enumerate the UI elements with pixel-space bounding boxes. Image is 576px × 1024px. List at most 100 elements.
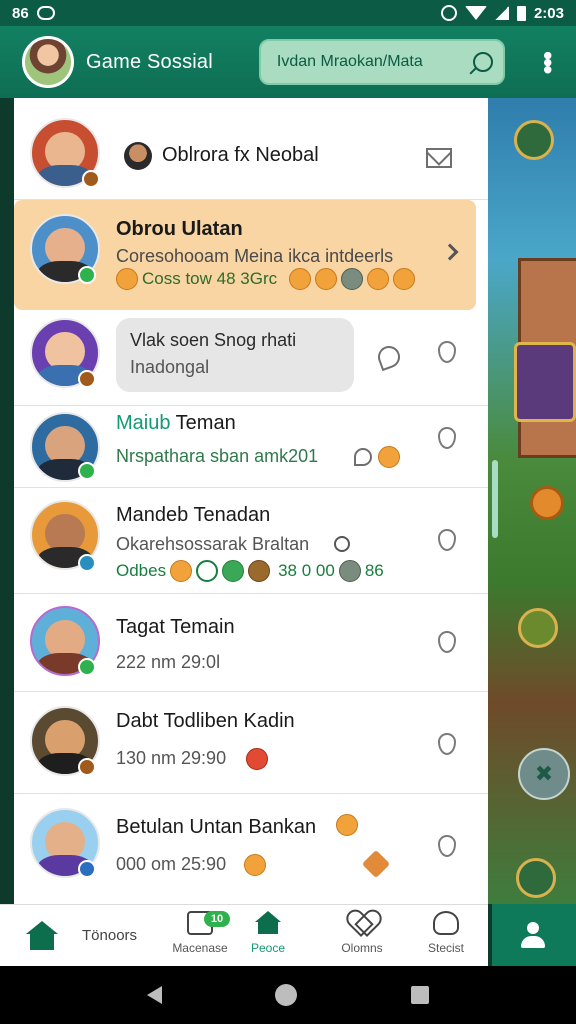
chat-message: 130 nm 29:90 [116, 748, 227, 768]
alarm-icon [440, 5, 457, 21]
reply-icon[interactable] [354, 448, 372, 466]
search-bar[interactable]: Ivdan Mraokan/Mata [258, 39, 505, 85]
status-time: 2:03 [533, 4, 564, 22]
notification-badge: 10 [204, 911, 230, 927]
pin-icon[interactable] [436, 426, 458, 450]
status-badge [78, 554, 96, 572]
nav-label: Peoce [250, 941, 286, 955]
recents-icon[interactable] [411, 986, 430, 1004]
emoji-icon [289, 268, 312, 290]
status-left-text: 86 [12, 4, 29, 22]
chat-row[interactable]: Oblrora fx Neobal [14, 98, 488, 200]
back-icon[interactable] [146, 986, 162, 1004]
chat-list: Oblrora fx Neobal Obrou Ulatan Coresohoo… [14, 98, 488, 904]
home-icon[interactable] [26, 921, 58, 951]
status-badge [82, 170, 100, 188]
status-badge [78, 462, 96, 480]
chat-name: Maiub Teman [116, 412, 236, 434]
reaction-tail: 86 [364, 561, 384, 580]
reaction-value: 38 0 00 [278, 561, 335, 580]
bubble-line: Vlak soen Snog rhati [130, 330, 297, 350]
chat-message: Nrspathara sban amk201 [116, 446, 319, 466]
reply-icon[interactable] [374, 342, 404, 372]
emoji-icon [393, 268, 416, 290]
chevron-right-icon[interactable] [441, 243, 459, 261]
chat-row[interactable]: Mandeb Tenadan Okarehsossarak Braltan Od… [14, 488, 488, 594]
edit-icon[interactable] [361, 849, 391, 879]
game-coin-icon [530, 486, 564, 520]
emoji-icon [338, 560, 361, 582]
status-badge [78, 658, 96, 676]
chat-message: 222 nm 29:0l [116, 652, 221, 672]
game-avatar-icon [516, 858, 556, 898]
status-bar: 86 2:03 [0, 0, 576, 26]
chat-message: Coresohooam Meina ikca intdeerls [116, 246, 394, 266]
chat-row[interactable]: Vlak soen Snog rhati Inadongal [14, 310, 488, 406]
chat-name: Dabt Todliben Kadin [116, 710, 295, 732]
chat-name: Obrou Ulatan [116, 218, 243, 240]
heart-icon [349, 911, 375, 935]
app-title: Game Sossial [86, 50, 213, 73]
status-badge [78, 860, 96, 878]
notification-icon [36, 6, 55, 20]
add-friend-button[interactable] [492, 904, 576, 966]
chat-name: Oblrora fx Neobal [162, 144, 319, 166]
message-bubble: Vlak soen Snog rhati Inadongal [116, 318, 354, 392]
chat-row[interactable]: Maiub Teman Nrspathara sban amk201 [14, 406, 488, 488]
reaction-text: Coss tow 48 3Grc [142, 269, 278, 288]
chat-row-highlighted[interactable]: Obrou Ulatan Coresohooam Meina ikca intd… [14, 200, 476, 310]
pin-icon[interactable] [436, 528, 458, 552]
signal-icon [494, 6, 509, 20]
mini-avatar [124, 142, 152, 170]
chat-name: Tagat Temain [116, 616, 235, 638]
search-text: Ivdan Mraokan/Mata [276, 53, 423, 70]
reaction-row: Coss tow 48 3Grc [116, 268, 416, 290]
nav-favorites[interactable]: Olomns [322, 911, 402, 955]
wifi-icon [464, 6, 487, 20]
pin-icon[interactable] [436, 834, 458, 858]
nav-label: Macenase [172, 941, 228, 955]
emoji-icon [248, 560, 271, 582]
user-avatar[interactable] [22, 36, 74, 88]
chat-name: Betulan Untan Bankan [116, 816, 317, 838]
emoji-icon [244, 854, 266, 876]
game-avatar-icon [514, 120, 554, 160]
emoji-icon [116, 268, 138, 290]
chat-message: Okarehsossarak Braltan [116, 534, 310, 554]
bottom-nav: Tönoors Macenase 10 Peoce Olomns Stecist [0, 904, 488, 966]
chat-name: Mandeb Tenadan [116, 504, 271, 526]
person-icon [433, 911, 459, 935]
emoji-icon [170, 560, 193, 582]
status-badge [78, 266, 96, 284]
nav-label: Olomns [341, 941, 383, 955]
pin-icon[interactable] [436, 732, 458, 756]
pin-icon[interactable] [436, 630, 458, 654]
emoji-icon [196, 560, 219, 582]
status-badge [78, 758, 96, 776]
nav-home-label[interactable]: Tönoors [82, 927, 137, 944]
mail-icon[interactable] [426, 148, 452, 168]
clock-icon [334, 536, 350, 552]
chat-row[interactable]: Tagat Temain 222 nm 29:0l [14, 594, 488, 692]
chat-row[interactable]: Betulan Untan Bankan 000 om 25:90 [14, 794, 488, 904]
pin-icon[interactable] [436, 340, 458, 364]
emoji-icon [341, 268, 364, 290]
more-options-icon[interactable]: ••• [533, 51, 563, 72]
battery-icon [516, 5, 526, 21]
nav-home-active[interactable]: Peoce [228, 911, 308, 955]
chat-row[interactable]: Dabt Todliben Kadin 130 nm 29:90 [14, 692, 488, 794]
bubble-line: Inadongal [130, 357, 210, 377]
home-circle-icon[interactable] [275, 984, 298, 1006]
emoji-icon [336, 814, 358, 836]
emoji-icon [222, 560, 245, 582]
game-action-button[interactable]: ✖ [518, 748, 570, 800]
add-person-icon [521, 922, 547, 948]
search-icon[interactable] [472, 52, 493, 72]
scrollbar[interactable] [492, 460, 498, 538]
house-icon [255, 911, 281, 935]
nav-settings[interactable]: Stecist [406, 911, 486, 955]
emoji-icon [315, 268, 338, 290]
system-navigation [0, 966, 576, 1024]
emoji-icon [378, 446, 400, 468]
game-background: ✖ [488, 98, 576, 904]
